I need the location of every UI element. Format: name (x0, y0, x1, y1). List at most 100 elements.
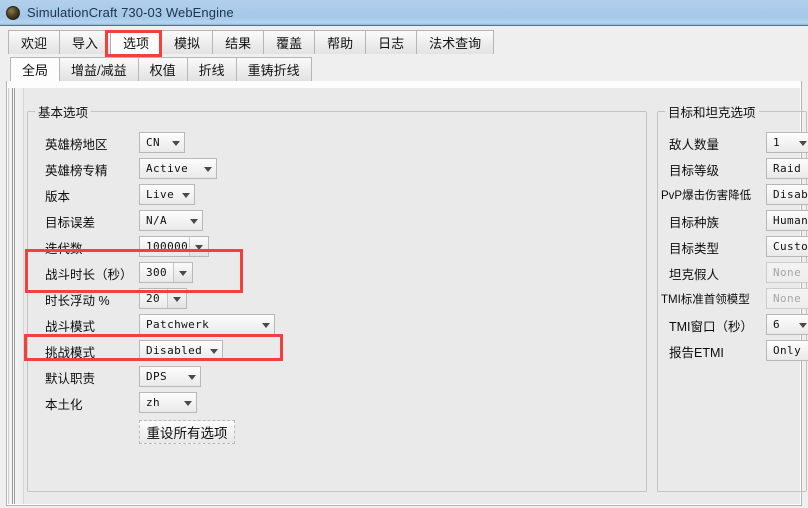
combo-target-level[interactable]: Raid Bos (766, 158, 808, 179)
combo-enemy-count[interactable]: 1 (766, 132, 808, 153)
combo-default-role[interactable]: DPS (139, 366, 201, 387)
tab-options[interactable]: 选项 (110, 30, 163, 54)
label-fight-length: 战斗时长（秒） (45, 267, 133, 282)
scrollbar-edge-right (14, 88, 15, 504)
subtab-global[interactable]: 全局 (10, 57, 61, 81)
subtab-scaling[interactable]: 权值 (137, 57, 188, 81)
label-armory-region: 英雄榜地区 (45, 137, 108, 152)
reset-all-options-button[interactable]: 重设所有选项 (139, 420, 235, 444)
subtab-buffs-debuffs[interactable]: 增益/减益 (59, 57, 139, 81)
tab-log-label: 日志 (378, 36, 405, 51)
combo-tmi-standard-boss-model[interactable]: None (766, 288, 808, 309)
combo-pvp-crit-damage-reduction-value: Disable (773, 188, 808, 201)
combo-tank-dummy[interactable]: None (766, 262, 808, 283)
tab-spell-query[interactable]: 法术查询 (416, 30, 495, 54)
combo-fight-length-value: 300 (146, 266, 168, 279)
label-target-error: 目标误差 (45, 215, 96, 230)
tab-welcome[interactable]: 欢迎 (8, 30, 61, 54)
tab-options-label: 选项 (123, 36, 150, 51)
combo-armory-spec-value: Active (146, 162, 189, 175)
chevron-down-icon (168, 133, 184, 152)
combo-version[interactable]: Live (139, 184, 195, 205)
combo-tmi-standard-boss-model-value: None (773, 292, 802, 305)
combo-target-type-value: Custom (773, 240, 808, 253)
tab-help[interactable]: 帮助 (314, 30, 367, 54)
combo-pvp-crit-damage-reduction[interactable]: Disable (766, 184, 808, 205)
combo-armory-region[interactable]: CN (139, 132, 185, 153)
combo-challenge-mode-value: Disabled (146, 344, 203, 357)
tab-results[interactable]: 结果 (212, 30, 265, 54)
main-tab-bar: 欢迎 导入 选项 模拟 结果 覆盖 帮助 日志 法术查询 (0, 26, 808, 55)
combo-target-error[interactable]: N/A (139, 210, 203, 231)
target-tank-options-title: 目标和坦克选项 (665, 102, 759, 121)
combo-report-etmi-value: Only whe (773, 344, 808, 357)
combo-report-etmi[interactable]: Only whe (766, 340, 808, 361)
subtab-reforge-plots-label: 重铸折线 (247, 63, 300, 78)
tab-spell-query-label: 法术查询 (429, 36, 482, 51)
label-localization: 本土化 (45, 397, 83, 412)
chevron-down-icon (178, 185, 194, 204)
chevron-down-icon (258, 315, 274, 334)
chevron-down-icon (180, 393, 196, 412)
label-tmi-standard-boss-model: TMI标准首领模型 (661, 294, 750, 306)
label-pvp-crit-damage-reduction: PvP爆击伤害降低 (661, 190, 752, 202)
label-armory-spec: 英雄榜专精 (45, 163, 108, 178)
tab-import-label: 导入 (72, 36, 99, 51)
label-target-type: 目标类型 (669, 241, 720, 256)
basic-options-group: 基本选项 英雄榜地区 CN 英雄榜专精 Active 版本 Live 目标误差 … (27, 102, 647, 492)
combo-fight-length[interactable]: 300 (139, 262, 193, 283)
combo-iterations[interactable]: 100000 (139, 236, 209, 257)
window-title: SimulationCraft 730-03 WebEngine (27, 5, 234, 20)
combo-localization-value: zh (146, 396, 161, 409)
combo-fight-style-value: Patchwerk (146, 318, 210, 331)
vertical-scrollbar[interactable] (9, 88, 24, 504)
combo-fight-variance-value: 20 (146, 292, 161, 305)
label-fight-variance: 时长浮动 % (45, 293, 110, 308)
combo-target-race-value: Humanoi (773, 214, 808, 227)
target-tank-options-group: 目标和坦克选项 敌人数量 1 目标等级 Raid Bos PvP爆击伤害降低 D… (657, 102, 808, 492)
combo-localization[interactable]: zh (139, 392, 197, 413)
tab-simulate[interactable]: 模拟 (161, 30, 214, 54)
options-scroll-area: 基本选项 英雄榜地区 CN 英雄榜专精 Active 版本 Live 目标误差 … (8, 88, 808, 504)
combo-iterations-value: 100000 (146, 240, 189, 253)
subtab-buffs-debuffs-label: 增益/减益 (71, 63, 127, 78)
combo-target-type[interactable]: Custom (766, 236, 808, 257)
scrollbar-edge-left (12, 88, 13, 504)
combo-tmi-window[interactable]: 6 (766, 314, 808, 335)
tab-overrides-label: 覆盖 (276, 36, 303, 51)
combo-target-race[interactable]: Humanoi (766, 210, 808, 231)
subtab-plots[interactable]: 折线 (186, 57, 237, 81)
label-fight-style: 战斗模式 (45, 319, 96, 334)
app-logo-icon (6, 5, 20, 20)
tab-import[interactable]: 导入 (59, 30, 112, 54)
chevron-down-icon (189, 237, 208, 256)
tab-simulate-label: 模拟 (174, 36, 201, 51)
label-target-race: 目标种族 (669, 215, 720, 230)
combo-enemy-count-value: 1 (773, 136, 781, 149)
tab-help-label: 帮助 (327, 36, 354, 51)
basic-options-frame (27, 111, 647, 492)
tab-welcome-label: 欢迎 (21, 36, 48, 51)
chevron-down-icon (167, 289, 186, 308)
chevron-down-icon (173, 263, 192, 282)
label-iterations: 迭代数 (45, 241, 83, 256)
subtab-reforge-plots[interactable]: 重铸折线 (235, 57, 312, 81)
subtab-plots-label: 折线 (198, 63, 225, 78)
chevron-down-icon (795, 133, 808, 152)
combo-fight-style[interactable]: Patchwerk (139, 314, 275, 335)
combo-tank-dummy-value: None (773, 266, 802, 279)
combo-default-role-value: DPS (146, 370, 168, 383)
label-enemy-count: 敌人数量 (669, 137, 720, 152)
chevron-down-icon (206, 341, 222, 360)
combo-challenge-mode[interactable]: Disabled (139, 340, 223, 361)
tab-results-label: 结果 (225, 36, 252, 51)
chevron-down-icon (184, 367, 200, 386)
combo-fight-variance[interactable]: 20 (139, 288, 187, 309)
tab-log[interactable]: 日志 (365, 30, 418, 54)
label-default-role: 默认职责 (45, 371, 96, 386)
tab-overrides[interactable]: 覆盖 (263, 30, 316, 54)
combo-armory-spec[interactable]: Active (139, 158, 217, 179)
label-tank-dummy: 坦克假人 (669, 267, 720, 282)
chevron-down-icon (186, 211, 202, 230)
label-challenge-mode: 挑战模式 (45, 345, 96, 360)
